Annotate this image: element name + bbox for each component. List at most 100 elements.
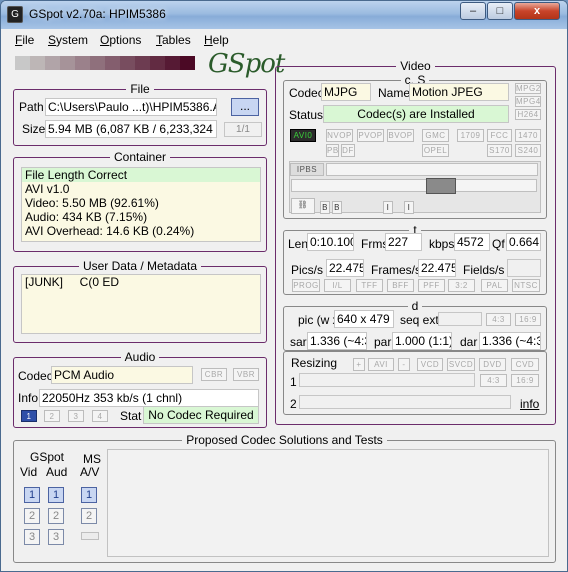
kbps-label: kbps <box>429 237 455 251</box>
flag-prog: PROG <box>292 279 320 292</box>
menu-file[interactable]: File <box>15 33 34 47</box>
resize-minus-button[interactable]: - <box>398 358 410 371</box>
resize-plus-button[interactable]: + <box>353 358 365 371</box>
gspot-vid-2[interactable]: 2 <box>24 508 40 524</box>
frame-slider-thumb[interactable] <box>426 178 456 194</box>
resize-row-2-label: 2 <box>290 397 297 411</box>
audio-info-field: 22050Hz 353 kb/s (1 chnl) <box>39 389 259 407</box>
audio-track-3[interactable]: 3 <box>68 410 84 422</box>
flag-pvop: PVOP <box>357 129 384 142</box>
aspect-16-9-indicator: 16:9 <box>515 313 541 326</box>
menu-help[interactable]: Help <box>204 33 229 47</box>
stat-field: No Codec Required <box>143 406 259 424</box>
gspot-app-icon[interactable]: G <box>7 6 23 23</box>
video-legend: Video <box>400 59 431 73</box>
path-field[interactable]: C:\Users\Paulo ...t)\HPIM5386.AVI <box>45 98 217 116</box>
gspot-aud-3[interactable]: 3 <box>48 529 64 545</box>
browse-button[interactable]: ... <box>231 98 259 116</box>
audio-track-2[interactable]: 2 <box>44 410 60 422</box>
mpg2-indicator: MPG2 <box>515 83 541 94</box>
frms-field: 227 <box>385 233 422 251</box>
flag-df: DF <box>341 144 355 157</box>
proposed-results-area[interactable] <box>107 449 549 557</box>
sar-field: 1.336 (~4:3) <box>307 332 367 350</box>
frame-b-2: B <box>332 201 342 214</box>
flag-pb: PB <box>326 144 339 157</box>
size-field: 5.94 MB (6,087 KB / 6,233,324 bytes) <box>45 120 217 138</box>
video-codec-field: MJPG <box>321 83 371 101</box>
resize-row-1-label: 1 <box>290 375 297 389</box>
seq-ext-label: seq ext <box>400 313 439 327</box>
app-window: G GSpot v2.70a: HPIM5386 – □ x File Syst… <box>0 0 568 572</box>
user-data-list[interactable]: [JUNK] C(0 ED <box>21 274 261 334</box>
flag-1709: 1709 <box>457 129 484 142</box>
video-status-field: Codec(s) are Installed <box>323 105 509 123</box>
vid-col-label: Vid <box>20 465 38 479</box>
container-list: File Length Correct AVI v1.0 Video: 5.50… <box>21 167 261 242</box>
gspot-aud-2[interactable]: 2 <box>48 508 64 524</box>
seq-ext-field <box>438 312 482 326</box>
color-swatch <box>45 56 60 70</box>
flag-ntsc: NTSC <box>512 279 540 292</box>
resize-avi-button[interactable]: AVI <box>368 358 394 371</box>
flag-tff: TFF <box>356 279 383 292</box>
proposed-legend: Proposed Codec Solutions and Tests <box>186 433 383 447</box>
resize-cvd-button[interactable]: CVD <box>511 358 539 371</box>
audio-track-1[interactable]: 1 <box>21 410 37 422</box>
kbps-field: 4572 <box>454 233 490 251</box>
menu-system[interactable]: System <box>48 33 88 47</box>
video-codec-label: Codec <box>289 86 324 100</box>
resize-svcd-button[interactable]: SVCD <box>447 358 475 371</box>
resize-4-3-indicator: 4:3 <box>480 374 507 387</box>
flag-avi0: AVI0 <box>290 129 316 142</box>
container-legend: Container <box>113 150 167 164</box>
list-item: [JUNK] C(0 ED <box>25 275 120 289</box>
resize-dvd-button[interactable]: DVD <box>479 358 506 371</box>
color-swatch <box>120 56 135 70</box>
menu-tables[interactable]: Tables <box>156 33 191 47</box>
vbr-indicator: VBR <box>233 368 259 381</box>
flag-gmc: GMC <box>422 129 449 142</box>
frame-b-1: B <box>320 201 330 214</box>
ms-av-2[interactable]: 2 <box>81 508 97 524</box>
info-link[interactable]: info <box>520 397 539 411</box>
link-icon[interactable]: ⛓ <box>291 198 315 214</box>
flag-s240: S240 <box>515 144 541 157</box>
ipbs-indicator: IPBS <box>290 163 324 176</box>
fields-per-sec-label: Fields/s <box>463 263 505 277</box>
page-counter: 1/1 <box>224 122 262 137</box>
gspot-vid-1[interactable]: 1 <box>24 487 40 503</box>
h264-indicator: H264 <box>515 109 541 120</box>
flag-32: 3:2 <box>448 279 475 292</box>
fields-per-sec-field <box>507 259 541 277</box>
ms-av-1[interactable]: 1 <box>81 487 97 503</box>
list-item: AVI v1.0 <box>25 182 70 196</box>
frame-type-bar <box>326 163 538 176</box>
aud-col-label: Aud <box>46 465 68 479</box>
audio-track-4[interactable]: 4 <box>92 410 108 422</box>
close-button[interactable]: x <box>514 2 560 20</box>
gspot-col-label: GSpot <box>30 450 65 464</box>
pics-per-sec-label: Pics/s <box>291 263 324 277</box>
audio-codec-field: PCM Audio <box>51 366 193 384</box>
flag-s170: S170 <box>487 144 512 157</box>
gspot-logo: GSpot <box>208 49 285 79</box>
flag-pff: PFF <box>418 279 445 292</box>
maximize-button[interactable]: □ <box>487 2 513 20</box>
aspect-4-3-indicator: 4:3 <box>486 313 511 326</box>
audio-legend: Audio <box>124 350 156 364</box>
video-name-label: Name <box>378 86 411 100</box>
gspot-vid-3[interactable]: 3 <box>24 529 40 545</box>
title-bar[interactable]: G GSpot v2.70a: HPIM5386 – □ x <box>1 1 567 29</box>
resize-vcd-button[interactable]: VCD <box>417 358 443 371</box>
color-swatch <box>135 56 150 70</box>
stat-label: Stat <box>120 409 142 423</box>
menu-options[interactable]: Options <box>100 33 141 47</box>
par-label: par <box>374 335 392 349</box>
gspot-aud-1[interactable]: 1 <box>48 487 64 503</box>
minimize-button[interactable]: – <box>460 2 486 20</box>
dimension-subgroup-legend: d <box>411 299 419 313</box>
frames-per-sec-field: 22.475 <box>418 259 456 277</box>
audio-info-label: Info <box>18 391 39 405</box>
resize-row-1-field <box>299 373 475 387</box>
